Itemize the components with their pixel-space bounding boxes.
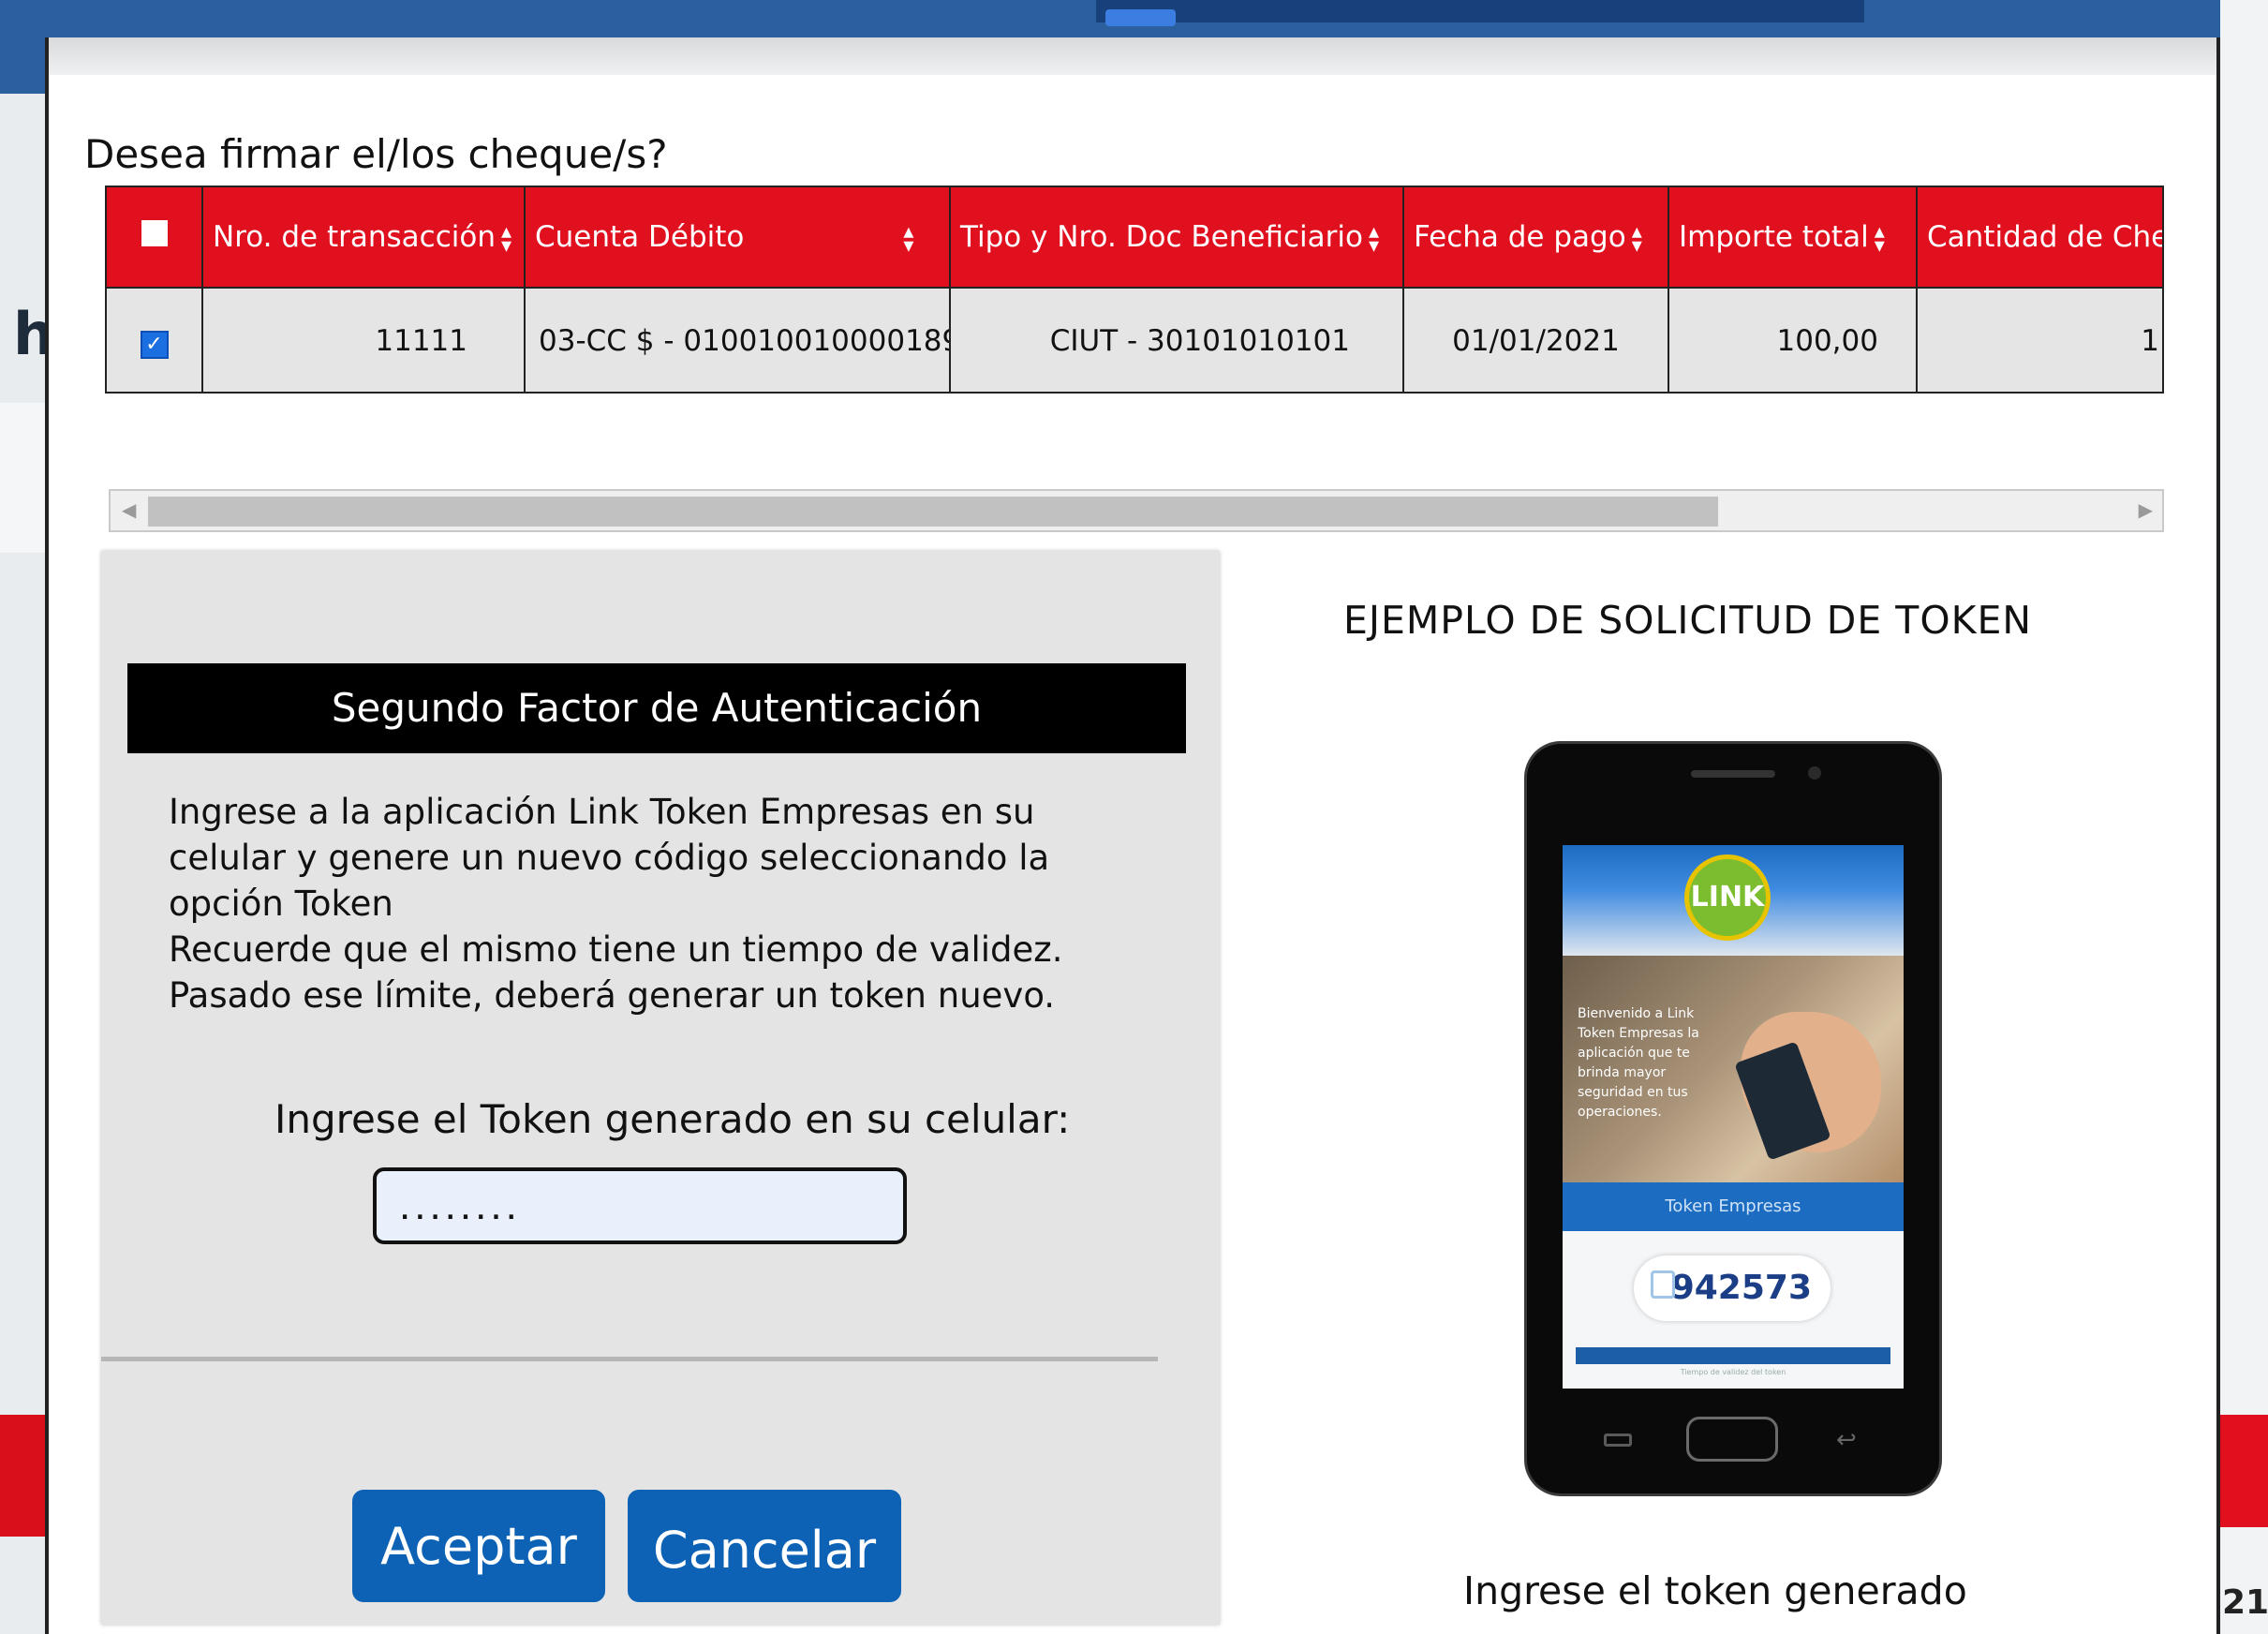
link-logo: LINK [1684, 854, 1771, 941]
cell-transaction: 11111 [202, 287, 526, 392]
table-horizontal-scrollbar[interactable]: ◀ ▶ [109, 489, 2164, 532]
two-factor-instructions: Ingrese a la aplicación Link Token Empre… [169, 789, 1180, 1018]
dialog-top-shade [49, 37, 2216, 75]
token-input[interactable] [373, 1167, 907, 1244]
welcome-text: Bienvenido a Link Token Empresas la apli… [1578, 1006, 1699, 1120]
sort-icon[interactable]: ▴ ▾ [903, 221, 913, 256]
phone-screen: LINK Bienvenido a Link Token Empresas la… [1563, 845, 1904, 1389]
scrollbar-thumb[interactable] [148, 497, 1718, 527]
screen-header: LINK [1563, 845, 1904, 956]
column-header-amount[interactable]: Importe total ▴ ▾ [1668, 187, 1918, 288]
phone-speaker [1691, 770, 1775, 778]
scroll-left-icon[interactable]: ◀ [122, 498, 136, 521]
cancel-button[interactable]: Cancelar [628, 1490, 901, 1602]
sort-icon[interactable]: ▴ ▾ [1875, 221, 1885, 256]
accept-button[interactable]: Aceptar [352, 1490, 605, 1602]
instruction-line: Recuerde que el mismo tiene un tiempo de… [169, 929, 1063, 970]
column-header-transaction[interactable]: Nro. de transacción ▴ ▾ [202, 187, 526, 288]
example-title: EJEMPLO DE SOLICITUD DE TOKEN [1343, 598, 2033, 643]
column-header-count[interactable]: Cantidad de Che [1917, 187, 2164, 288]
checks-table: Nro. de transacción ▴ ▾ Cuenta Débito ▴ ▾ Ti… [105, 186, 2164, 394]
token-label: Ingrese el Token generado en su celular: [274, 1096, 1071, 1142]
two-factor-panel: Segundo Factor de Autenticación Ingrese … [101, 551, 1220, 1625]
background-right-strip [2220, 0, 2268, 1634]
token-code: 942573 [1634, 1255, 1831, 1321]
panel-divider [101, 1357, 1158, 1361]
background-topbar-dark [1096, 0, 1864, 22]
cell-amount: 100,00 [1668, 287, 1918, 392]
two-factor-header: Segundo Factor de Autenticación [127, 663, 1186, 753]
select-all-header[interactable] [107, 187, 203, 288]
row-checkbox[interactable]: ✓ [140, 330, 169, 359]
token-code-value: 942573 [1670, 1269, 1812, 1307]
background-pill [1105, 9, 1176, 26]
instruction-line: celular y genere un nuevo código selecci… [169, 838, 1050, 878]
table-row[interactable]: ✓ 11111 03-CC $ - 010010010000189 CIUT -… [107, 287, 2162, 392]
select-all-checkbox[interactable] [141, 220, 168, 246]
sort-icon[interactable]: ▴ ▾ [1632, 221, 1642, 256]
column-header-date[interactable]: Fecha de pago ▴ ▾ [1403, 187, 1669, 288]
sort-icon[interactable]: ▴ ▾ [501, 221, 511, 256]
column-label: Importe total [1679, 220, 1869, 254]
menu-icon [1604, 1433, 1632, 1447]
background-right-number: 21 [2222, 1583, 2268, 1622]
column-label: Cantidad de Che [1927, 220, 2164, 254]
cell-account: 03-CC $ - 010010010000189 [525, 287, 951, 392]
column-label: Nro. de transacción [213, 220, 496, 254]
sort-icon[interactable]: ▴ ▾ [1369, 221, 1379, 256]
column-label: Fecha de pago [1414, 220, 1626, 254]
back-icon: ↩ [1836, 1426, 1857, 1454]
sign-checks-dialog: Desea firmar el/los cheque/s? Nro. de tr [45, 37, 2220, 1634]
example-caption: Ingrese el token generado [1463, 1568, 1967, 1613]
column-label: Tipo y Nro. Doc Beneficiario [960, 220, 1363, 254]
token-progress-label: Tiempo de validez del token [1680, 1368, 1786, 1376]
dialog-title: Desea firmar el/los cheque/s? [84, 131, 668, 177]
instruction-line: Ingrese a la aplicación Link Token Empre… [169, 792, 1035, 832]
cell-date: 01/01/2021 [1403, 287, 1669, 392]
row-select-cell[interactable]: ✓ [107, 287, 203, 392]
background-right-red [2220, 1415, 2268, 1527]
scroll-right-icon[interactable]: ▶ [2139, 498, 2153, 521]
screen-photo: Bienvenido a Link Token Empresas la apli… [1563, 956, 1904, 1182]
cell-beneficiary: CIUT - 30101010101 [950, 287, 1404, 392]
column-label: Cuenta Débito [535, 220, 745, 254]
column-header-account[interactable]: Cuenta Débito ▴ ▾ [525, 187, 951, 288]
phone-illustration: LINK Bienvenido a Link Token Empresas la… [1527, 744, 1939, 1493]
phone-camera [1808, 766, 1821, 780]
token-empresas-band: Token Empresas [1563, 1182, 1904, 1231]
cell-count: 1 [1917, 287, 2162, 392]
lock-icon [1651, 1270, 1675, 1299]
instruction-line: Pasado ese límite, deberá generar un tok… [169, 975, 1056, 1016]
token-progress-bar [1576, 1347, 1890, 1364]
home-button-icon [1686, 1417, 1778, 1462]
column-header-beneficiary[interactable]: Tipo y Nro. Doc Beneficiario ▴ ▾ [950, 187, 1404, 288]
instruction-line: opción Token [169, 884, 393, 924]
